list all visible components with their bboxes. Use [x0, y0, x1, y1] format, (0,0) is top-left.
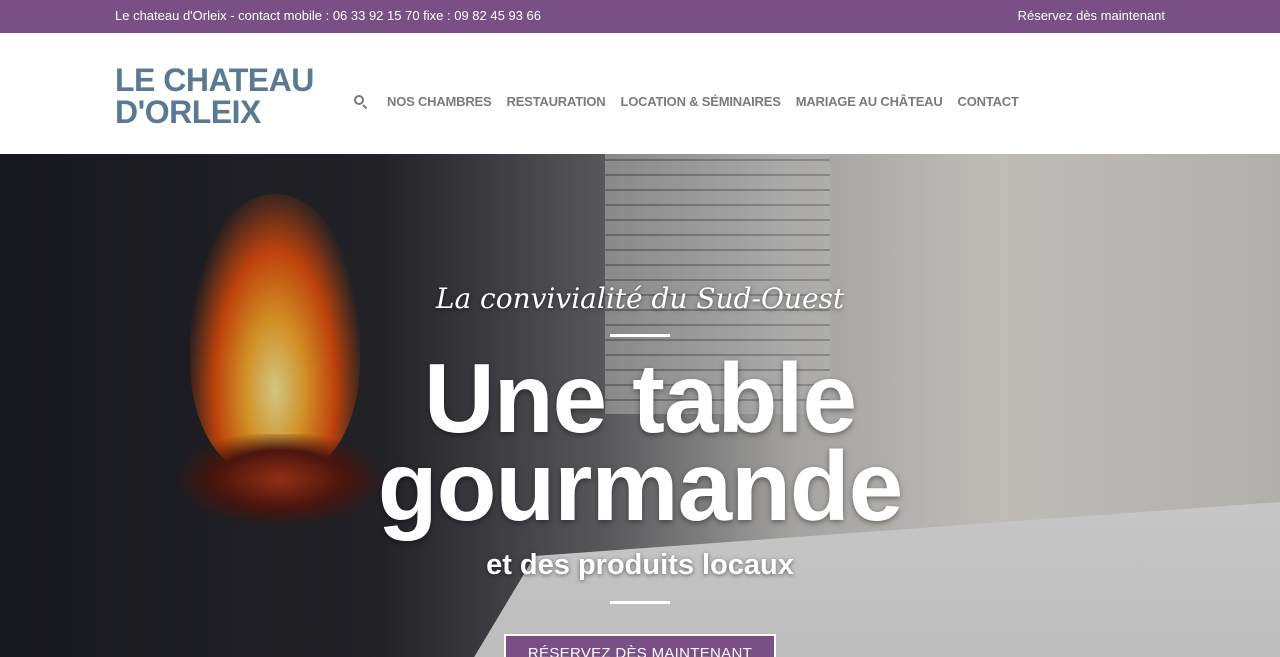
nav-item-contact[interactable]: CONTACT	[958, 94, 1019, 109]
nav-item-mariage[interactable]: MARIAGE AU CHÂTEAU	[796, 94, 943, 109]
contact-info: Le chateau d'Orleix - contact mobile : 0…	[115, 8, 541, 23]
hero-subline: et des produits locaux	[486, 549, 794, 581]
headline-line-1: Une table	[423, 343, 857, 453]
top-bar: Le chateau d'Orleix - contact mobile : 0…	[0, 0, 1280, 33]
nav-item-restauration[interactable]: RESTAURATION	[507, 94, 606, 109]
site-header: LE CHATEAU D'ORLEIX NOS CHAMBRES RESTAUR…	[0, 33, 1280, 154]
nav-item-nos-chambres[interactable]: NOS CHAMBRES	[387, 94, 492, 109]
logo-line-1: LE CHATEAU	[115, 62, 314, 98]
nav-item-location-seminaires[interactable]: LOCATION & SÉMINAIRES	[620, 94, 780, 109]
hero-divider-top	[610, 334, 670, 337]
hero-headline: Une table gourmande	[0, 343, 1280, 541]
reserve-button[interactable]: RÉSERVEZ DÈS MAINTENANT	[504, 634, 776, 657]
main-nav: NOS CHAMBRES RESTAURATION LOCATION & SÉM…	[354, 94, 1034, 109]
search-icon[interactable]	[354, 94, 368, 109]
site-logo[interactable]: LE CHATEAU D'ORLEIX	[115, 64, 335, 128]
reserve-link[interactable]: Réservez dès maintenant	[1018, 8, 1165, 23]
logo-line-2: D'ORLEIX	[115, 94, 261, 130]
hero-divider-bottom	[610, 601, 670, 604]
headline-line-2: gourmande	[377, 431, 904, 541]
hero-tagline: La convivialité du Sud-Ouest	[435, 282, 845, 315]
hero-banner: La convivialité du Sud-Ouest Une table g…	[0, 154, 1280, 657]
